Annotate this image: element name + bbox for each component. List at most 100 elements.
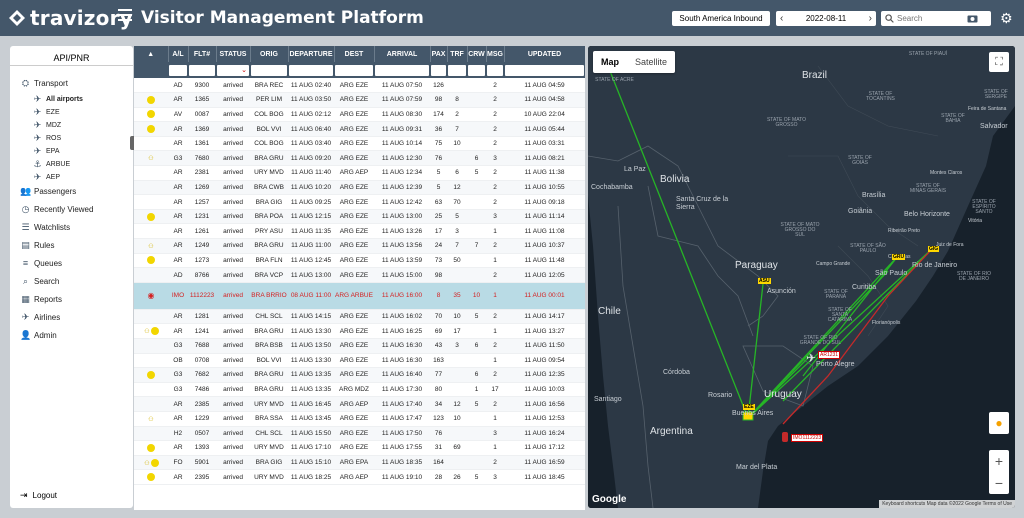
table-row[interactable]: OB 0708 arrived BOL VVI 11 AUG 13:30 ARG EZE 1… — [134, 353, 585, 369]
column-header[interactable]: PAX — [430, 46, 448, 62]
table-row[interactable]: AR 2395 arrived URY MVD 11 AUG 18:25 ARG AEP 1… — [134, 469, 585, 485]
table-row[interactable]: AD 8766 arrived BRA VCP 11 AUG 13:00 ARG EZE 1… — [134, 267, 585, 283]
table-row[interactable]: ⚇ AR 1241 arrived BRA GRU 11 AUG 13:30 ARG EZE… — [134, 323, 585, 339]
sidebar-item-eze[interactable]: ✈ EZE — [32, 107, 60, 118]
filter-input[interactable] — [375, 64, 429, 76]
table-row[interactable]: H2 0507 arrived CHL SCL 11 AUG 15:50 ARG EZE 1… — [134, 426, 585, 442]
column-header[interactable]: TRF — [447, 46, 468, 62]
watch-eye-icon[interactable]: ◉ — [148, 291, 155, 300]
column-header[interactable]: DEPARTURE — [288, 46, 335, 62]
sidebar-item-aep[interactable]: ✈ AEP — [32, 172, 60, 183]
pin-eze[interactable]: EZE — [743, 404, 755, 410]
filter-input[interactable] — [505, 64, 584, 76]
column-header[interactable]: ARRIVAL — [374, 46, 431, 62]
camera-icon[interactable] — [967, 14, 978, 23]
sidebar-item-airlines[interactable]: ✈ Airlines — [20, 312, 61, 323]
filter-input[interactable] — [189, 64, 215, 76]
pin-asu[interactable]: ASU — [758, 278, 771, 284]
table-row[interactable]: AR 1257 arrived BRA GIG 11 AUG 09:25 ARG EZE 1… — [134, 194, 585, 210]
filter-input[interactable] — [448, 64, 466, 76]
sidebar-item-transport[interactable]: ⛭ Transport — [20, 78, 68, 89]
column-header[interactable]: CRW — [467, 46, 487, 62]
table-row[interactable]: AR 1261 arrived PRY ASU 11 AUG 11:35 ARG EZE 1… — [134, 223, 585, 240]
brand-logo[interactable]: travizory — [8, 6, 133, 30]
pin-gru[interactable]: GRU — [892, 254, 906, 260]
status-filter-select[interactable]: ⌄ — [217, 64, 249, 76]
plane-label[interactable]: AR1231 — [818, 351, 841, 359]
table-cell: 11 AUG 10:03 — [504, 382, 585, 398]
sidebar-item-reports[interactable]: ▦ Reports — [20, 294, 62, 305]
sidebar-item-watchlists[interactable]: ☰ Watchlists — [20, 222, 70, 233]
table-row[interactable]: G3 7486 arrived BRA GRU 11 AUG 13:35 ARG MDZ 1… — [134, 382, 585, 398]
filter-input[interactable] — [289, 64, 333, 76]
sidebar-item-mdz[interactable]: ✈ MDZ — [32, 120, 61, 131]
table-row[interactable]: ◉ IMO 1112223 arrived BRA BRRIO 08 AUG 11:00 A… — [134, 282, 585, 310]
table-cell: 11 AUG 02:40 — [288, 78, 334, 94]
column-header[interactable]: STATUS — [216, 46, 251, 62]
table-row[interactable]: AR 1361 arrived COL BOG 11 AUG 03:40 ARG EZE 1… — [134, 136, 585, 152]
filter-input[interactable] — [169, 64, 187, 76]
column-header[interactable]: UPDATED — [504, 46, 585, 62]
ship-icon[interactable] — [782, 432, 788, 442]
zoom-in-button[interactable]: + — [989, 450, 1009, 472]
sidebar-item-passengers[interactable]: 👥 Passengers — [20, 186, 76, 197]
hamburger-menu-icon[interactable] — [118, 9, 132, 24]
prev-date-icon[interactable]: ‹ — [780, 13, 783, 24]
column-header[interactable]: A/L — [168, 46, 189, 62]
column-header[interactable]: MSG — [486, 46, 505, 62]
table-row[interactable]: ⚇ FO 5901 arrived BRA GIG 11 AUG 15:10 ARG EPA… — [134, 455, 585, 471]
table-row[interactable]: AR 1269 arrived BRA CWB 11 AUG 10:20 ARG EZE 1… — [134, 180, 585, 196]
direction-select[interactable]: South America Inbound — [672, 11, 770, 26]
map-attribution[interactable]: Keyboard shortcuts Map data ©2022 Google… — [879, 500, 1015, 508]
table-row[interactable]: AV 0087 arrived COL BOG 11 AUG 02:12 ARG EZE 1… — [134, 107, 585, 123]
map-panel[interactable]: ✈ Brazil Bolivia Paraguay Chile Argentin… — [588, 46, 1015, 508]
gear-icon[interactable]: ⚙ — [1000, 10, 1013, 27]
search-box[interactable] — [881, 11, 991, 26]
table-row[interactable]: AD 9300 arrived BRA REC 11 AUG 02:40 ARG EZE 1… — [134, 78, 585, 94]
zoom-out-button[interactable]: − — [989, 472, 1009, 494]
sidebar-item-recently-viewed[interactable]: ◷ Recently Viewed — [20, 204, 94, 215]
table-row[interactable]: ⚇ AR 1249 arrived BRA GRU 11 AUG 11:00 ARG EZE… — [134, 238, 585, 254]
table-row[interactable]: AR 1231 arrived BRA POA 11 AUG 12:15 ARG EZE 1… — [134, 209, 585, 225]
date-picker[interactable]: ‹ 2022-08-11 › — [776, 11, 876, 26]
sidebar-item-queues[interactable]: ≡ Queues — [20, 258, 62, 268]
table-row[interactable]: AR 1393 arrived URY MVD 11 AUG 17:10 ARG EZE 1… — [134, 440, 585, 456]
column-header[interactable]: ▲ — [134, 46, 169, 62]
tab-satellite[interactable]: Satellite — [627, 51, 675, 73]
table-row[interactable]: AR 1281 arrived CHL SCL 11 AUG 14:15 ARG EZE 1… — [134, 309, 585, 325]
filter-input[interactable] — [487, 64, 503, 76]
sidebar-item-ros[interactable]: ✈ ROS — [32, 133, 61, 144]
fullscreen-button[interactable]: ⛶ — [989, 52, 1009, 72]
filter-input[interactable] — [468, 64, 485, 76]
column-header[interactable]: ORIG — [250, 46, 289, 62]
tab-map[interactable]: Map — [593, 51, 627, 73]
filter-input[interactable] — [251, 64, 287, 76]
sidebar-item-all-airports[interactable]: ✈ All airports — [32, 94, 83, 105]
street-view-pegman-icon[interactable]: ● — [989, 412, 1009, 434]
pin-gig[interactable]: GIG — [928, 246, 940, 252]
table-cell: ARG EZE — [334, 78, 374, 94]
next-date-icon[interactable]: › — [869, 13, 872, 24]
search-input[interactable] — [897, 14, 967, 23]
logout-button[interactable]: ⇥ Logout — [20, 490, 57, 501]
plane-icon[interactable]: ✈ — [806, 351, 816, 365]
table-row[interactable]: AR 2381 arrived URY MVD 11 AUG 11:40 ARG AEP 1… — [134, 165, 585, 181]
ship-label[interactable]: IMO1112223 — [791, 434, 824, 442]
table-row[interactable]: AR 1369 arrived BOL VVI 11 AUG 06:40 ARG EZE 1… — [134, 121, 585, 137]
sidebar-item-search[interactable]: ⌕ Search — [20, 276, 59, 287]
table-row[interactable]: AR 1273 arrived BRA FLN 11 AUG 12:45 ARG EZE 1… — [134, 253, 585, 269]
sidebar-item-arbue[interactable]: ⚓ ARBUE — [32, 159, 70, 170]
table-row[interactable]: AR 1365 arrived PER LIM 11 AUG 03:50 ARG EZE 1… — [134, 92, 585, 108]
column-header[interactable]: DEST — [334, 46, 375, 62]
table-row[interactable]: G3 7682 arrived BRA GRU 11 AUG 13:35 ARG EZE 1… — [134, 367, 585, 383]
filter-input[interactable] — [335, 64, 373, 76]
sidebar-item-epa[interactable]: ✈ EPA — [32, 146, 60, 157]
table-row[interactable]: ⚇ AR 1229 arrived BRA SSA 11 AUG 13:45 ARG EZE… — [134, 411, 585, 427]
sidebar-item-admin[interactable]: 👤 Admin — [20, 330, 57, 341]
table-row[interactable]: AR 2385 arrived URY MVD 11 AUG 16:45 ARG AEP 1… — [134, 396, 585, 412]
column-header[interactable]: FLT# — [188, 46, 217, 62]
sidebar-item-rules[interactable]: ▤ Rules — [20, 240, 54, 251]
table-row[interactable]: G3 7688 arrived BRA BSB 11 AUG 13:50 ARG EZE 1… — [134, 338, 585, 354]
filter-input[interactable] — [431, 64, 446, 76]
table-row[interactable]: ⚇ G3 7680 arrived BRA GRU 11 AUG 09:20 ARG EZE… — [134, 150, 585, 167]
